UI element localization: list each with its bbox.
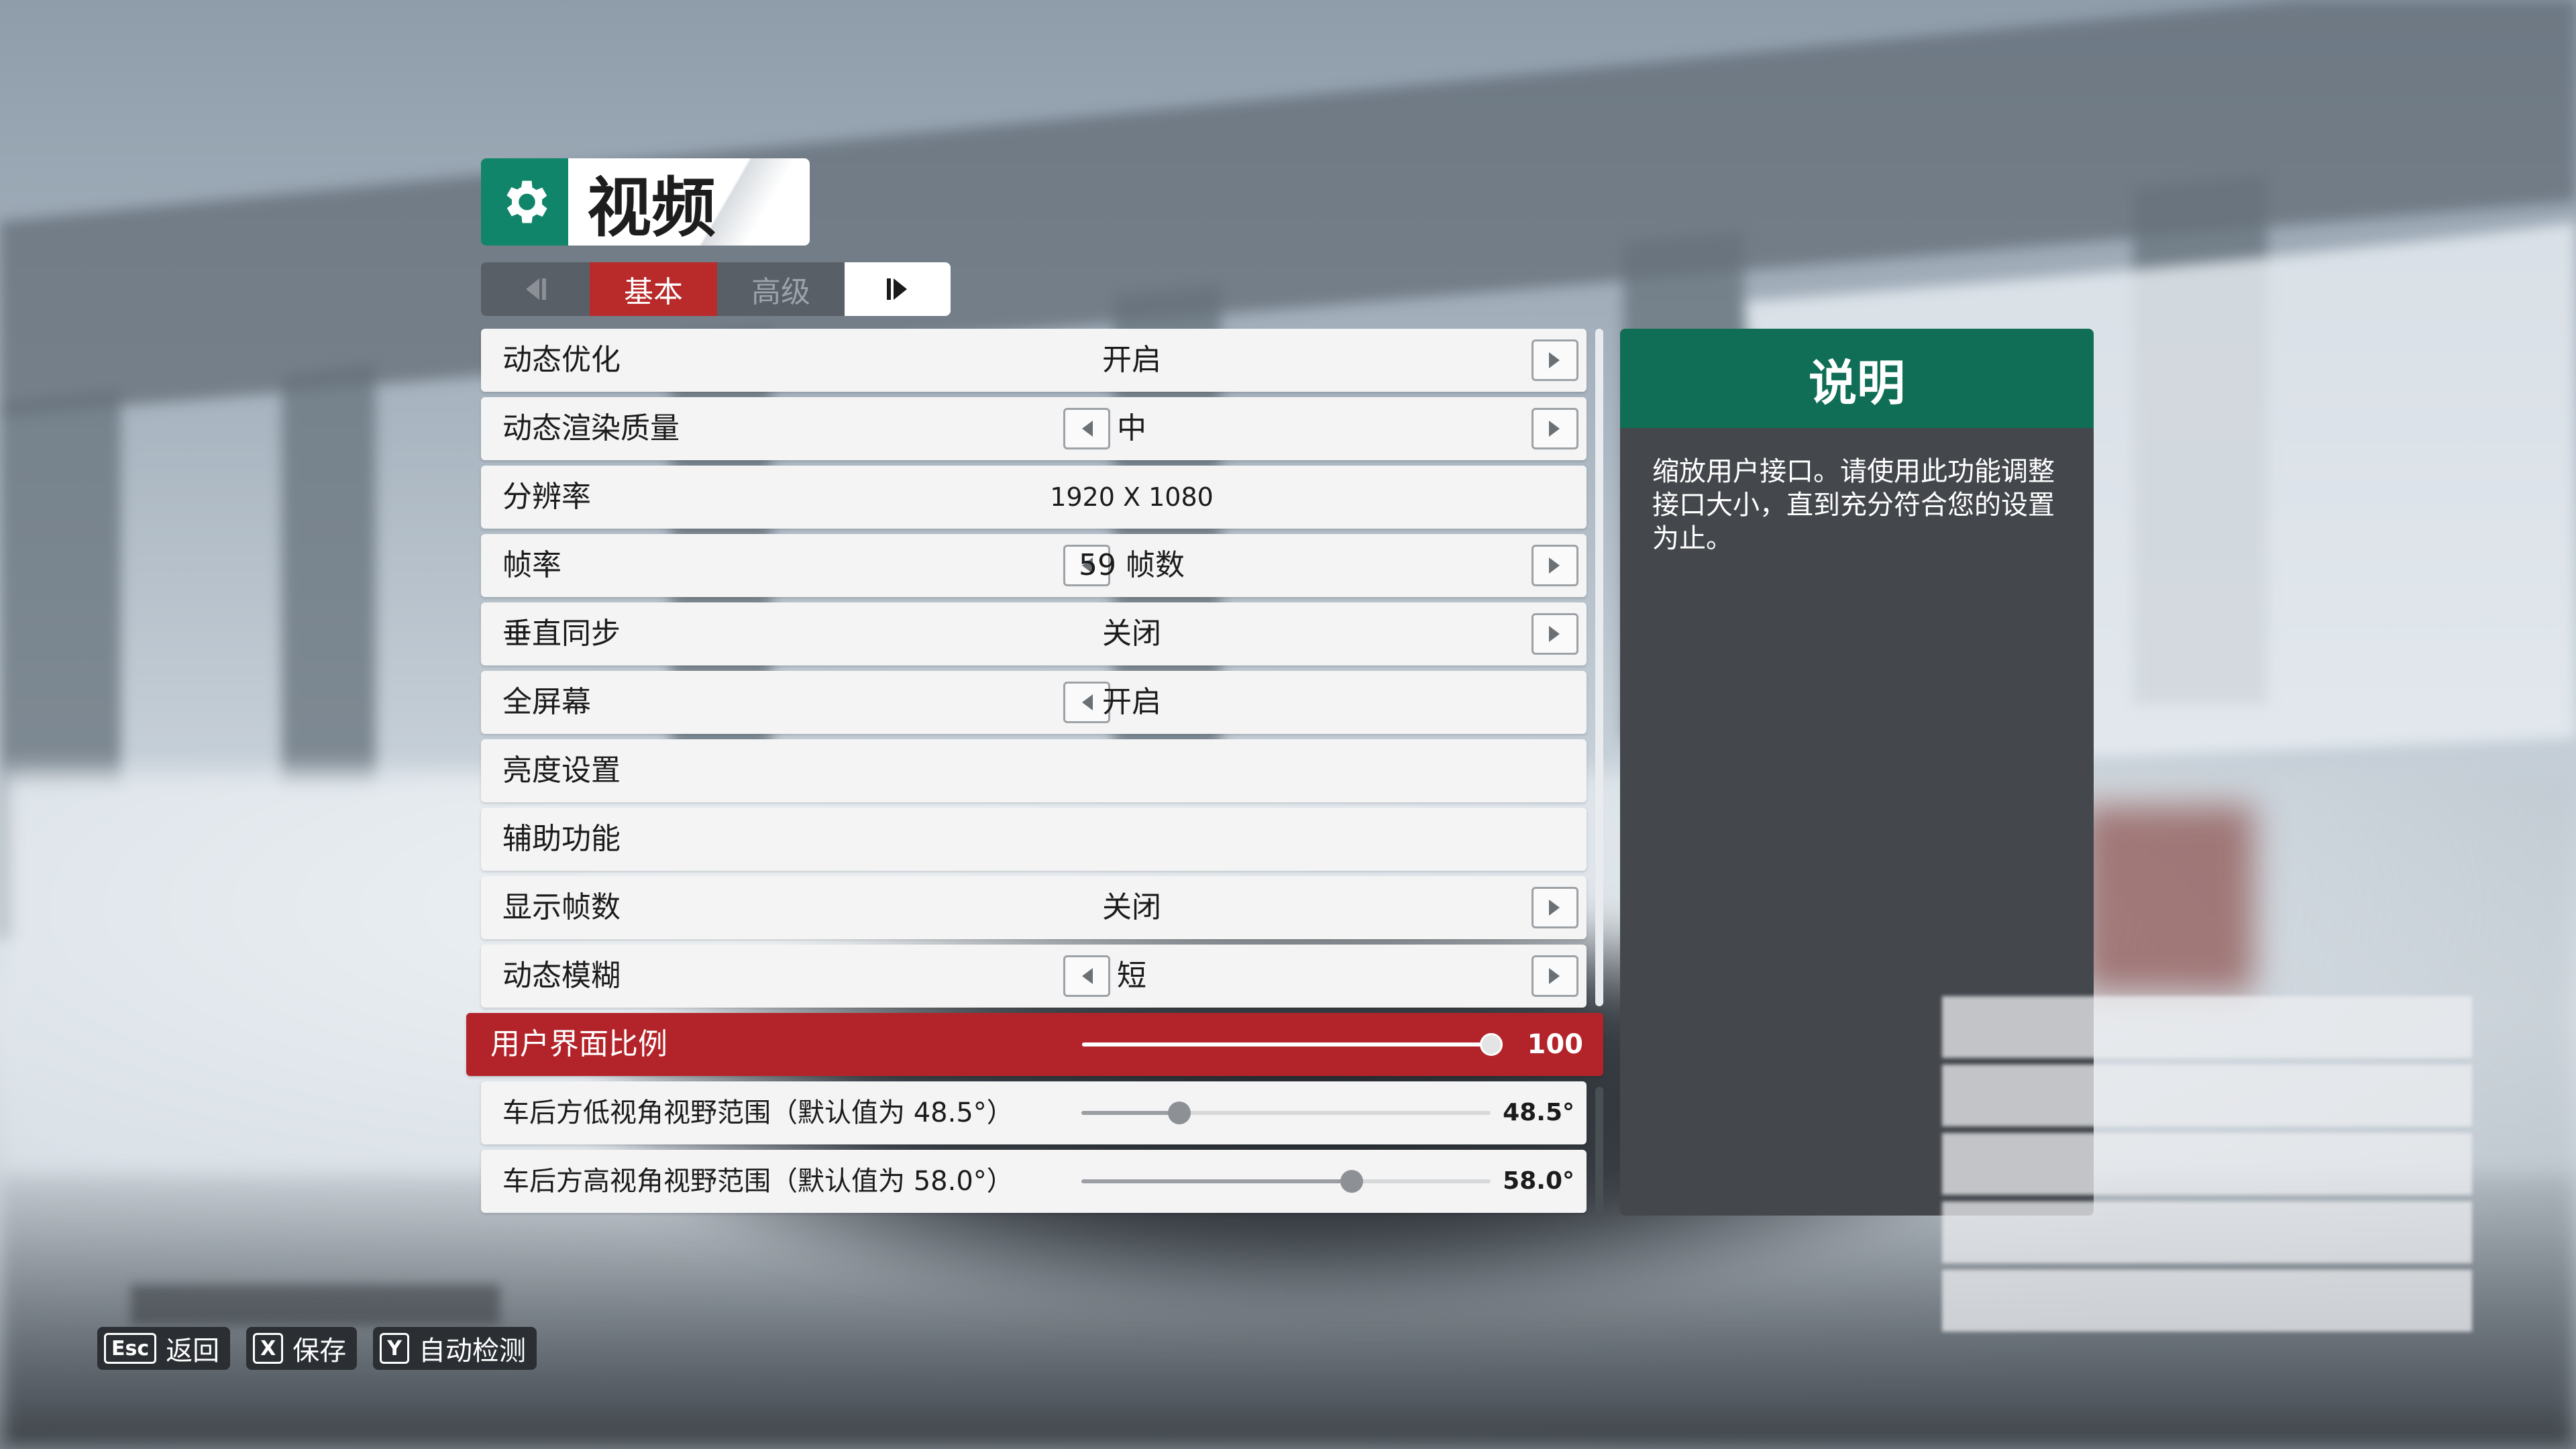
setting-value: 59 帧数	[1079, 548, 1185, 582]
page-header: 视频	[481, 158, 810, 246]
tab-bar: 基本 高级	[481, 262, 951, 316]
setting-label: 动态优化	[502, 343, 621, 377]
slider-handle[interactable]	[1480, 1033, 1503, 1056]
setting-value: 1920 X 1080	[1050, 482, 1214, 512]
setting-label: 车后方低视角视野范围（默认值为 48.5°）	[502, 1097, 1014, 1128]
setting-row-rear-high-fov[interactable]: 车后方高视角视野范围（默认值为 58.0°） 58.0°	[481, 1150, 1587, 1213]
esc-key-icon: Esc	[104, 1333, 157, 1364]
save-hint[interactable]: X 保存	[246, 1327, 358, 1370]
rear-low-fov-slider[interactable]	[1081, 1102, 1491, 1124]
chevron-right-icon	[1548, 625, 1562, 643]
setting-value: 关闭	[1102, 890, 1161, 924]
setting-row-dynamic-optimization[interactable]: 动态优化 开启	[481, 329, 1587, 392]
tab-prev-icon	[526, 278, 546, 300]
slider-value: 58.0°	[1503, 1167, 1574, 1195]
chevron-right-icon	[1548, 967, 1562, 985]
setting-row-motion-blur[interactable]: 动态模糊 短	[481, 945, 1587, 1008]
setting-label: 车后方高视角视野范围（默认值为 58.0°）	[502, 1166, 1014, 1197]
setting-label: 分辨率	[502, 480, 591, 514]
tab-prev-button[interactable]	[481, 262, 590, 316]
background-menu-item	[1942, 1065, 2472, 1126]
chevron-right-icon	[1548, 898, 1562, 917]
setting-row-brightness[interactable]: 亮度设置	[481, 739, 1587, 802]
background-menu-item	[1942, 1270, 2472, 1332]
x-key-icon: X	[253, 1333, 284, 1364]
increase-arrow-button[interactable]	[1532, 545, 1578, 586]
slider-value: 48.5°	[1503, 1099, 1574, 1126]
setting-value	[971, 808, 1293, 871]
background-menu-item	[1942, 1133, 2472, 1195]
setting-row-rear-low-fov[interactable]: 车后方低视角视野范围（默认值为 48.5°） 48.5°	[481, 1081, 1587, 1144]
slider-value: 100	[1527, 1029, 1584, 1060]
increase-arrow-button[interactable]	[1532, 339, 1578, 381]
setting-label: 垂直同步	[502, 616, 621, 651]
setting-label: 全屏幕	[502, 685, 591, 719]
setting-label: 动态渲染质量	[502, 411, 680, 445]
setting-value: 开启	[1102, 685, 1161, 719]
setting-label: 辅助功能	[502, 822, 621, 856]
tab-next-button[interactable]	[845, 262, 951, 316]
slider-handle[interactable]	[1168, 1102, 1191, 1124]
increase-arrow-button[interactable]	[1532, 887, 1578, 928]
setting-label: 用户界面比例	[490, 1027, 667, 1061]
chevron-right-icon	[1548, 419, 1562, 438]
hint-label: 保存	[292, 1336, 347, 1366]
description-text: 缩放用户接口。请使用此功能调整接口大小，直到充分符合您的设置为止。	[1652, 456, 2055, 554]
description-heading: 说明	[1620, 329, 2094, 428]
setting-row-accessibility[interactable]: 辅助功能	[481, 808, 1587, 871]
increase-arrow-button[interactable]	[1532, 613, 1578, 655]
background-menu-item	[1942, 1201, 2472, 1263]
setting-row-resolution[interactable]: 分辨率 1920 X 1080	[481, 466, 1587, 529]
tab-basic[interactable]: 基本	[590, 262, 717, 316]
list-scrollbar[interactable]	[1595, 329, 1603, 1006]
setting-label: 帧率	[502, 548, 561, 582]
chevron-right-icon	[1548, 351, 1562, 370]
rear-high-fov-slider[interactable]	[1081, 1170, 1491, 1193]
back-hint[interactable]: Esc 返回	[97, 1327, 231, 1370]
increase-arrow-button[interactable]	[1532, 955, 1578, 997]
auto-detect-hint[interactable]: Y 自动检测	[373, 1327, 537, 1370]
setting-row-vsync[interactable]: 垂直同步 关闭	[481, 602, 1587, 665]
background-menu-item	[1942, 996, 2472, 1058]
increase-arrow-button[interactable]	[1532, 408, 1578, 449]
setting-value: 关闭	[1102, 616, 1161, 651]
background-blurred-bar	[131, 1285, 500, 1325]
setting-row-ui-scale[interactable]: 用户界面比例 100	[466, 1013, 1603, 1076]
setting-value	[971, 739, 1293, 802]
setting-row-show-fps[interactable]: 显示帧数 关闭	[481, 876, 1587, 939]
chevron-right-icon	[1548, 556, 1562, 575]
tab-next-icon	[887, 278, 907, 300]
slider-handle[interactable]	[1340, 1170, 1363, 1193]
setting-value: 短	[1117, 959, 1146, 993]
hint-label: 自动检测	[419, 1336, 527, 1366]
ui-scale-slider[interactable]	[1082, 1033, 1503, 1056]
setting-value: 中	[1117, 411, 1146, 445]
setting-row-frame-rate[interactable]: 帧率 59 帧数	[481, 534, 1587, 597]
y-key-icon: Y	[380, 1333, 410, 1364]
tab-advanced[interactable]: 高级	[717, 262, 845, 316]
setting-label: 亮度设置	[502, 753, 621, 788]
setting-value: 开启	[1102, 343, 1161, 377]
gear-icon	[481, 158, 568, 246]
list-scrollbar-track	[1595, 1087, 1603, 1214]
controller-hints: Esc 返回 X 保存 Y 自动检测	[97, 1327, 537, 1370]
hint-label: 返回	[166, 1336, 220, 1366]
setting-row-render-quality[interactable]: 动态渲染质量 中	[481, 397, 1587, 460]
page-title: 视频	[568, 158, 810, 246]
setting-label: 显示帧数	[502, 890, 621, 924]
setting-row-fullscreen[interactable]: 全屏幕 开启	[481, 671, 1587, 734]
setting-label: 动态模糊	[502, 959, 621, 993]
